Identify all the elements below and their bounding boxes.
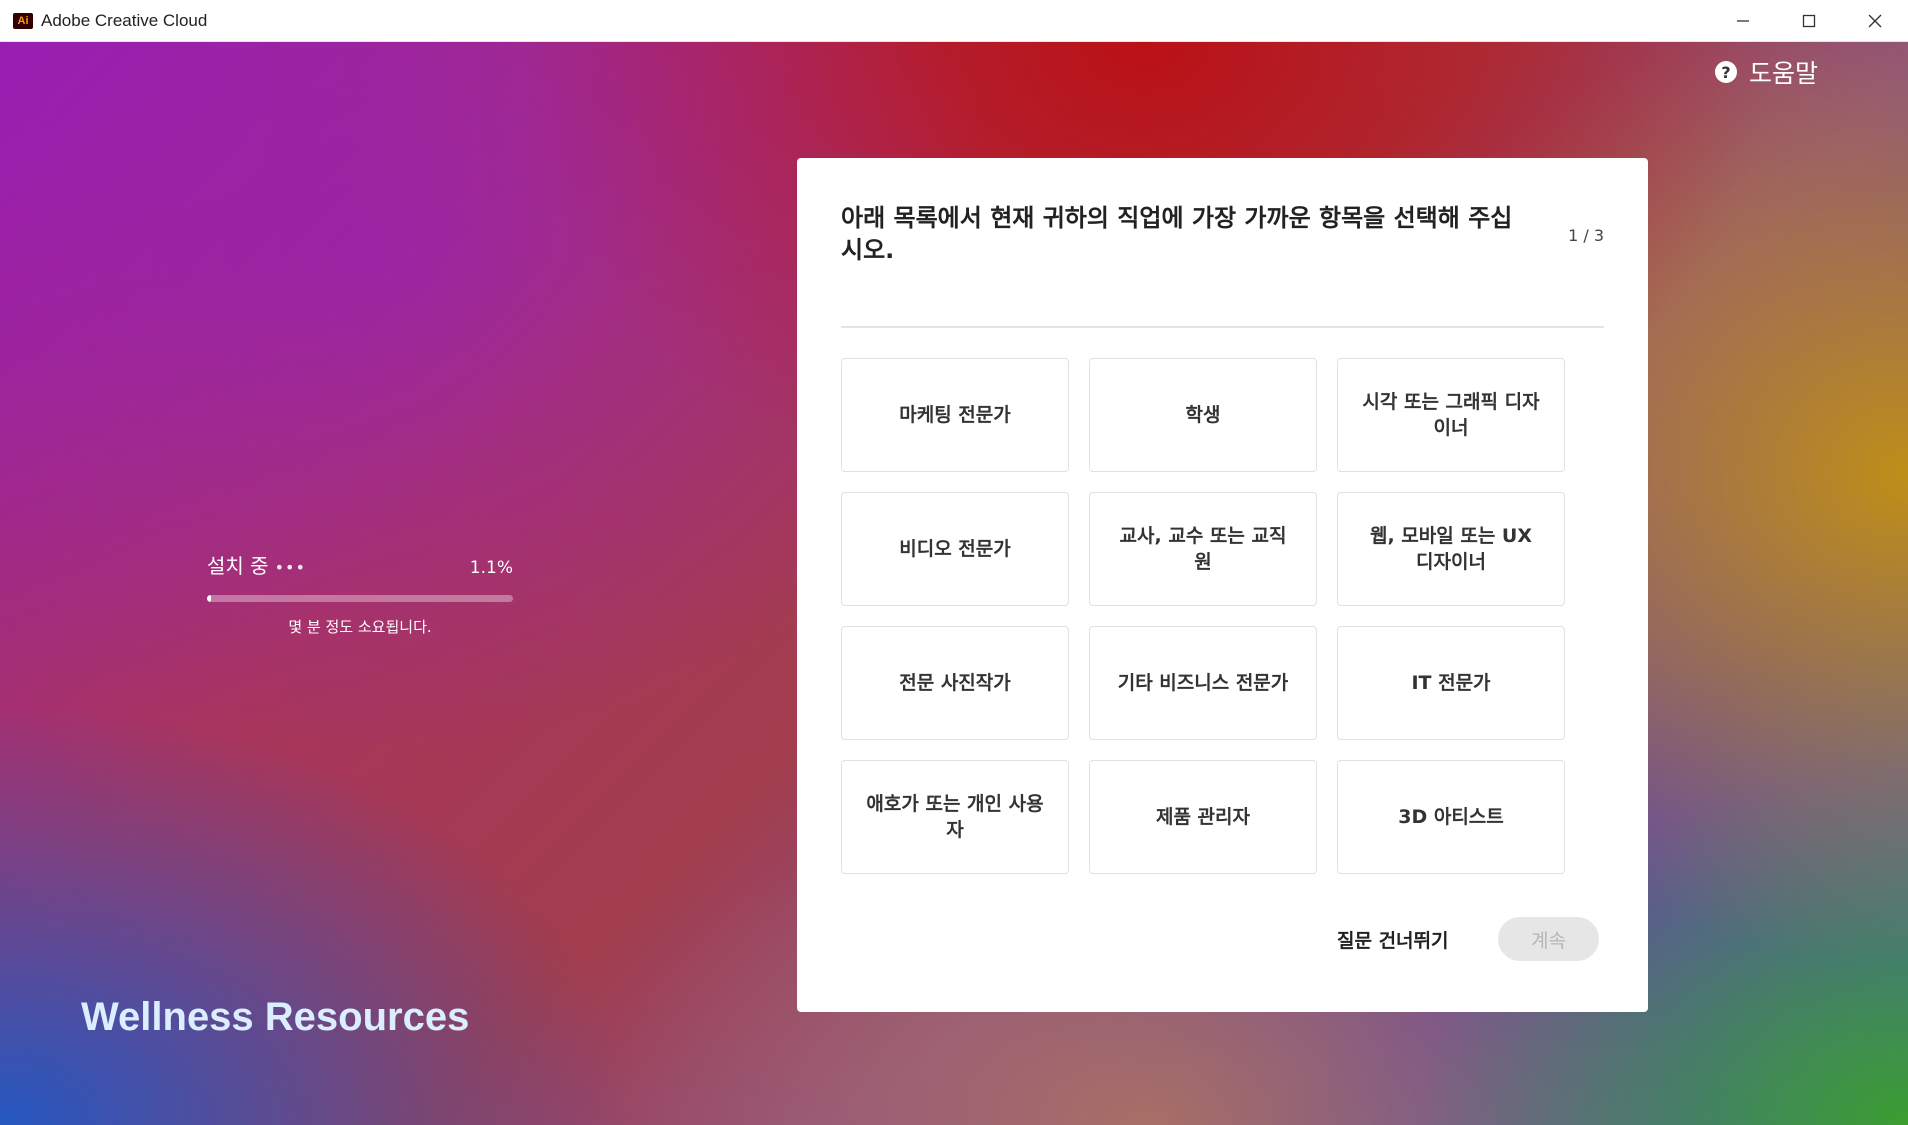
install-status: 설치 중 •••	[207, 550, 306, 579]
install-time-estimate: 몇 분 정도 소요됩니다.	[288, 618, 432, 636]
option-graphic-designer[interactable]: 시각 또는 그래픽 디자이너	[1337, 358, 1565, 472]
option-business-professional[interactable]: 기타 비즈니스 전문가	[1089, 626, 1317, 740]
help-circle-icon: ?	[1714, 61, 1737, 83]
continue-button[interactable]: 계속	[1498, 917, 1599, 961]
minimize-icon	[1737, 20, 1749, 22]
window-title: Adobe Creative Cloud	[41, 10, 208, 30]
option-hobbyist[interactable]: 애호가 또는 개인 사용자	[841, 760, 1069, 874]
survey-card: 아래 목록에서 현재 귀하의 직업에 가장 가까운 항목을 선택해 주십시오. …	[797, 158, 1648, 1012]
help-label: 도움말	[1748, 59, 1818, 88]
option-teacher[interactable]: 교사, 교수 또는 교직원	[1089, 492, 1317, 606]
close-button[interactable]	[1842, 0, 1908, 42]
option-marketing-professional[interactable]: 마케팅 전문가	[841, 358, 1069, 472]
minimize-button[interactable]	[1710, 0, 1776, 42]
option-3d-artist[interactable]: 3D 아티스트	[1337, 760, 1565, 874]
maximize-button[interactable]	[1776, 0, 1842, 42]
illustrator-app-icon: Ai	[13, 12, 33, 29]
occupation-options-grid: 마케팅 전문가 학생 시각 또는 그래픽 디자이너 비디오 전문가 교사, 교수…	[841, 358, 1565, 874]
install-progress-bar	[207, 595, 513, 602]
option-video-professional[interactable]: 비디오 전문가	[841, 492, 1069, 606]
loading-dots: •••	[274, 558, 306, 577]
maximize-icon	[1802, 14, 1816, 28]
install-label: 설치 중	[207, 554, 269, 578]
window-controls	[1710, 0, 1908, 42]
close-icon	[1868, 14, 1882, 28]
install-percent: 1.1%	[469, 558, 513, 578]
background-stage: ? 도움말 설치 중 ••• 1.1% 몇 분 정도 소요됩니다. Wellnes…	[0, 42, 1908, 1125]
option-product-manager[interactable]: 제품 관리자	[1089, 760, 1317, 874]
brand-logo-text: Wellness Resources	[81, 995, 470, 1039]
survey-question: 아래 목록에서 현재 귀하의 직업에 가장 가까운 항목을 선택해 주십시오.	[841, 204, 1513, 264]
option-student[interactable]: 학생	[1089, 358, 1317, 472]
step-indicator: 1 / 3	[1568, 226, 1604, 245]
install-status-row: 설치 중 ••• 1.1%	[207, 550, 513, 579]
help-link[interactable]: ? 도움말	[1714, 54, 1818, 90]
install-progress-panel: 설치 중 ••• 1.1% 몇 분 정도 소요됩니다.	[207, 550, 513, 637]
option-it-professional[interactable]: IT 전문가	[1337, 626, 1565, 740]
option-web-ux-designer[interactable]: 웹, 모바일 또는 UX 디자이너	[1337, 492, 1565, 606]
divider	[841, 326, 1604, 328]
skip-question-link[interactable]: 질문 건너뛰기	[1337, 926, 1449, 953]
option-photographer[interactable]: 전문 사진작가	[841, 626, 1069, 740]
install-progress-fill	[207, 595, 211, 602]
title-bar: Ai Adobe Creative Cloud	[0, 0, 1908, 42]
